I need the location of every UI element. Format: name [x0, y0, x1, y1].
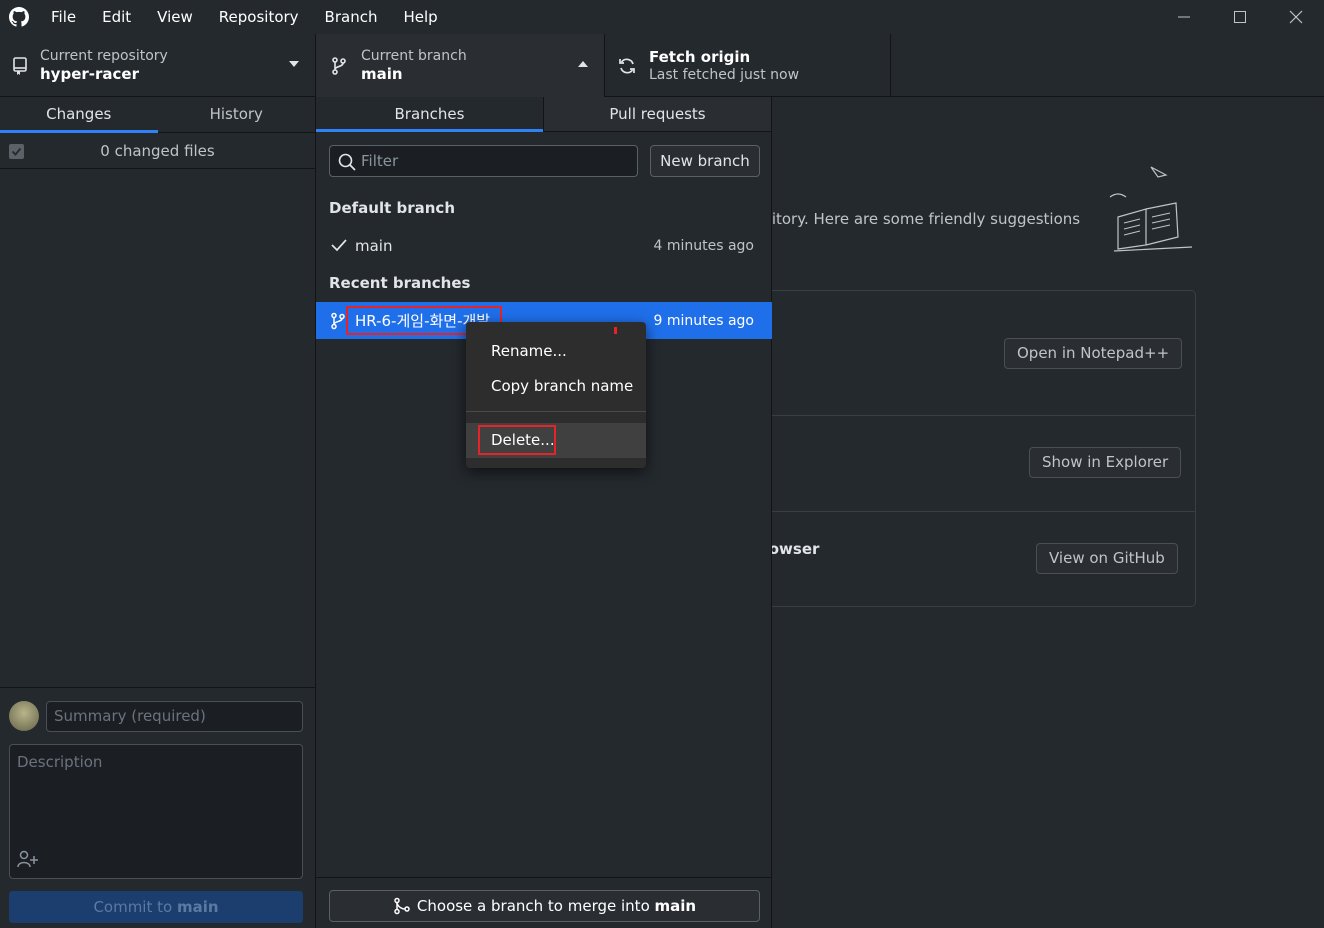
suggestions-text: sitory. Here are some friendly suggestio… [764, 210, 1081, 228]
merge-prefix: Choose a branch to merge into [416, 897, 655, 915]
suggestion-card-explorer: rer Show in Explorer [717, 416, 1195, 512]
title-bar: File Edit View Repository Branch Help [0, 0, 1324, 34]
branch-label: Current branch [361, 47, 467, 64]
recent-branches-heading: Recent branches [329, 274, 471, 292]
tab-changes[interactable]: Changes [0, 97, 158, 133]
select-all-checkbox[interactable] [9, 144, 24, 159]
menu-branch[interactable]: Branch [312, 0, 391, 34]
delete-highlight-box [478, 425, 556, 455]
changes-header: 0 changed files [0, 133, 315, 169]
maximize-button[interactable] [1212, 0, 1268, 34]
maximize-icon [1234, 11, 1246, 23]
toolbar: Current repository hyper-racer Current b… [0, 34, 1324, 97]
changes-sidebar: Changes History 0 changed files Summary … [0, 97, 316, 928]
branch-name: main [361, 64, 403, 83]
window-controls [1156, 0, 1324, 34]
branch-time: 9 minutes ago [653, 312, 754, 329]
git-merge-icon [394, 897, 410, 915]
merge-into-button[interactable]: Choose a branch to merge into main [329, 890, 760, 922]
show-in-explorer-button[interactable]: Show in Explorer [1029, 447, 1182, 478]
branch-dropdown: Branches Pull requests Filter New branch… [316, 97, 772, 928]
repo-name: hyper-racer [40, 64, 139, 83]
commit-form: Summary (required) Description Commit to… [0, 687, 315, 928]
search-icon [338, 153, 356, 171]
add-coauthor-icon[interactable] [17, 850, 39, 872]
avatar [9, 701, 39, 731]
suggestion-card-editor: or Open in Notepad++ [717, 291, 1195, 416]
open-in-editor-button[interactable]: Open in Notepad++ [1004, 338, 1183, 369]
menu-help[interactable]: Help [390, 0, 450, 34]
commit-button[interactable]: Commit to main [9, 891, 303, 923]
menu-view[interactable]: View [144, 0, 206, 34]
illustration-icon [1109, 166, 1193, 252]
branch-filter-input[interactable]: Filter [329, 145, 638, 177]
github-logo-icon [0, 0, 38, 34]
sync-icon [605, 56, 649, 76]
dropdown-tabs: Branches Pull requests [316, 97, 771, 132]
description-placeholder: Description [17, 753, 103, 771]
menu-edit[interactable]: Edit [89, 0, 144, 34]
menu-item-copy-branch-name[interactable]: Copy branch name [466, 369, 646, 404]
tab-pull-requests[interactable]: Pull requests [543, 97, 771, 131]
menu-repository[interactable]: Repository [206, 0, 312, 34]
current-branch-button[interactable]: Current branch main [316, 34, 605, 97]
git-branch-icon [331, 312, 345, 330]
sidebar-tabs: Changes History [0, 97, 315, 133]
check-icon [331, 239, 347, 252]
current-repository-button[interactable]: Current repository hyper-racer [0, 34, 316, 97]
github-desktop-window: File Edit View Repository Branch Help Cu… [0, 0, 1324, 928]
close-icon [1289, 10, 1303, 24]
repo-icon [0, 56, 40, 76]
commit-branch: main [176, 898, 219, 916]
view-on-github-button[interactable]: View on GitHub [1036, 543, 1178, 574]
chevron-up-icon [578, 61, 588, 67]
merge-bar: Choose a branch to merge into main [316, 877, 772, 928]
minimize-button[interactable] [1156, 0, 1212, 34]
suggestion-card-browser: our browser View on GitHub [717, 512, 1195, 607]
suggestion-cards: or Open in Notepad++ rer Show in Explore… [716, 290, 1196, 607]
chevron-down-icon [289, 61, 299, 67]
default-branch-heading: Default branch [329, 199, 455, 217]
fetch-label: Fetch origin [649, 47, 751, 66]
commit-prefix: Commit to [93, 898, 177, 916]
summary-input[interactable]: Summary (required) [46, 701, 303, 732]
menu-divider [466, 411, 646, 412]
branch-name: main [355, 236, 393, 255]
branch-item-main[interactable]: main 4 minutes ago [316, 227, 772, 264]
git-branch-icon [316, 56, 361, 76]
repo-label: Current repository [40, 47, 168, 64]
annotation-mark [614, 327, 617, 334]
check-icon [11, 147, 22, 156]
branch-time: 4 minutes ago [653, 237, 754, 254]
menu-item-rename[interactable]: Rename... [466, 334, 646, 369]
description-input[interactable]: Description [9, 744, 303, 879]
fetch-origin-button[interactable]: Fetch origin Last fetched just now [605, 34, 891, 97]
menu-file[interactable]: File [38, 0, 89, 34]
changed-files-count: 0 changed files [100, 141, 215, 160]
filter-placeholder: Filter [361, 152, 399, 170]
fetch-status: Last fetched just now [649, 66, 800, 83]
minimize-icon [1178, 16, 1190, 18]
close-button[interactable] [1268, 0, 1324, 34]
new-branch-button[interactable]: New branch [650, 145, 760, 177]
tab-history[interactable]: History [158, 97, 316, 132]
merge-branch: main [654, 897, 697, 915]
tab-branches[interactable]: Branches [316, 97, 543, 132]
